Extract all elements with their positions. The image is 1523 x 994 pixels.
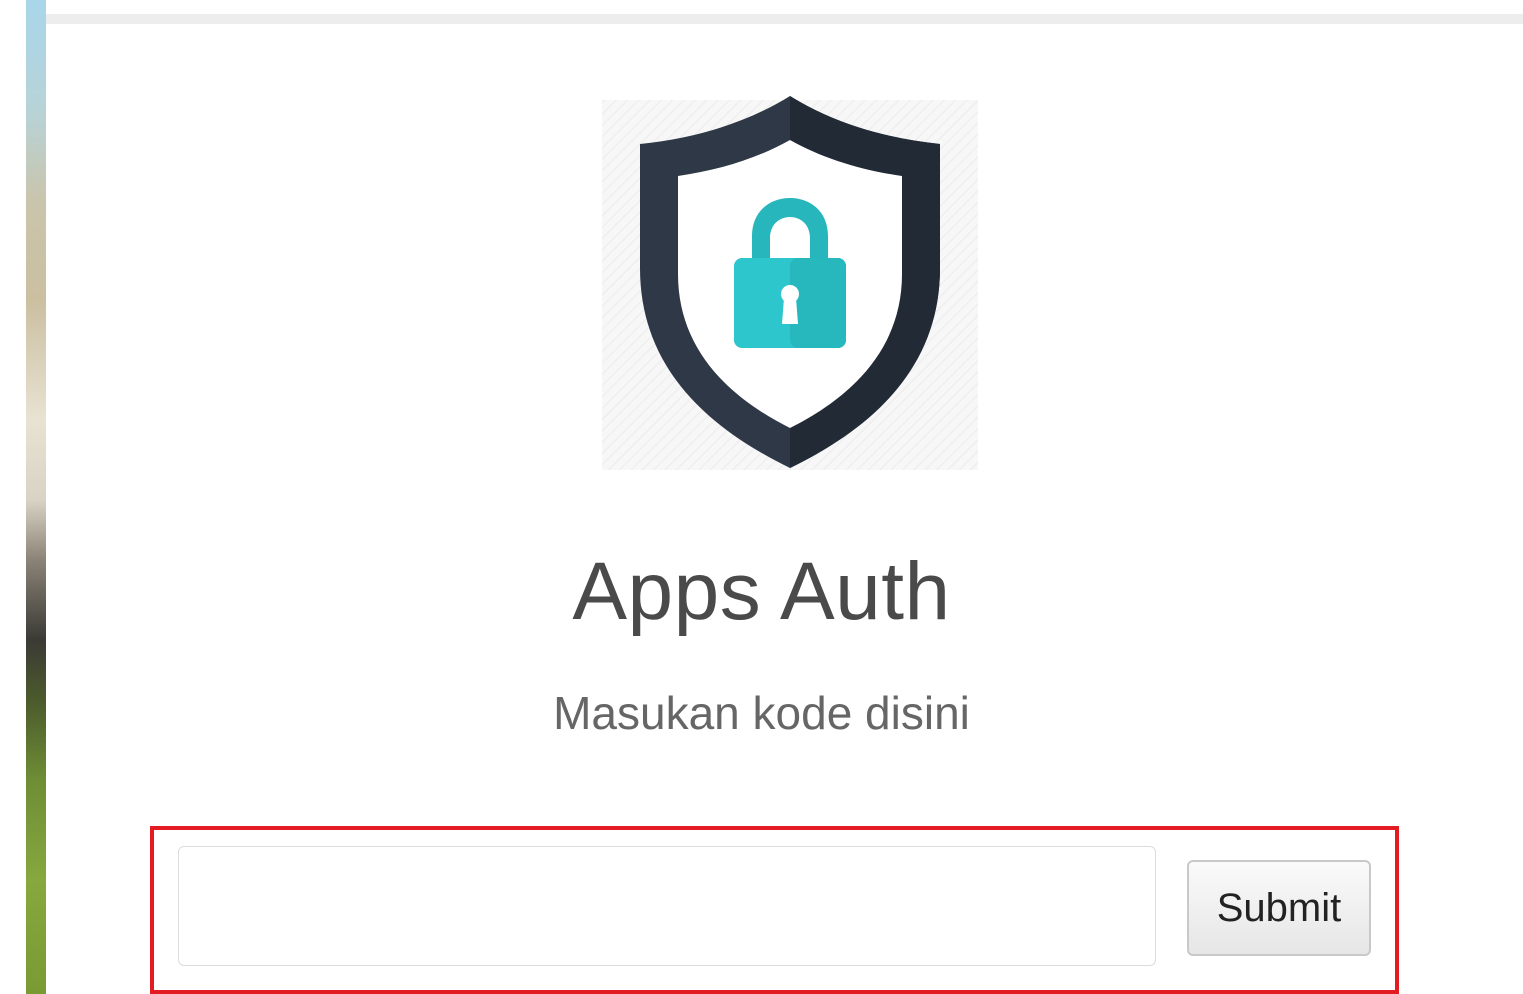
background-image-strip: [26, 0, 46, 994]
shield-lock-icon: [558, 78, 1022, 474]
code-input[interactable]: [178, 846, 1156, 966]
app-title: Apps Auth: [572, 546, 951, 637]
instruction-text: Masukan kode disini: [553, 687, 970, 739]
submit-button[interactable]: Submit: [1187, 860, 1371, 956]
top-divider: [46, 14, 1523, 24]
